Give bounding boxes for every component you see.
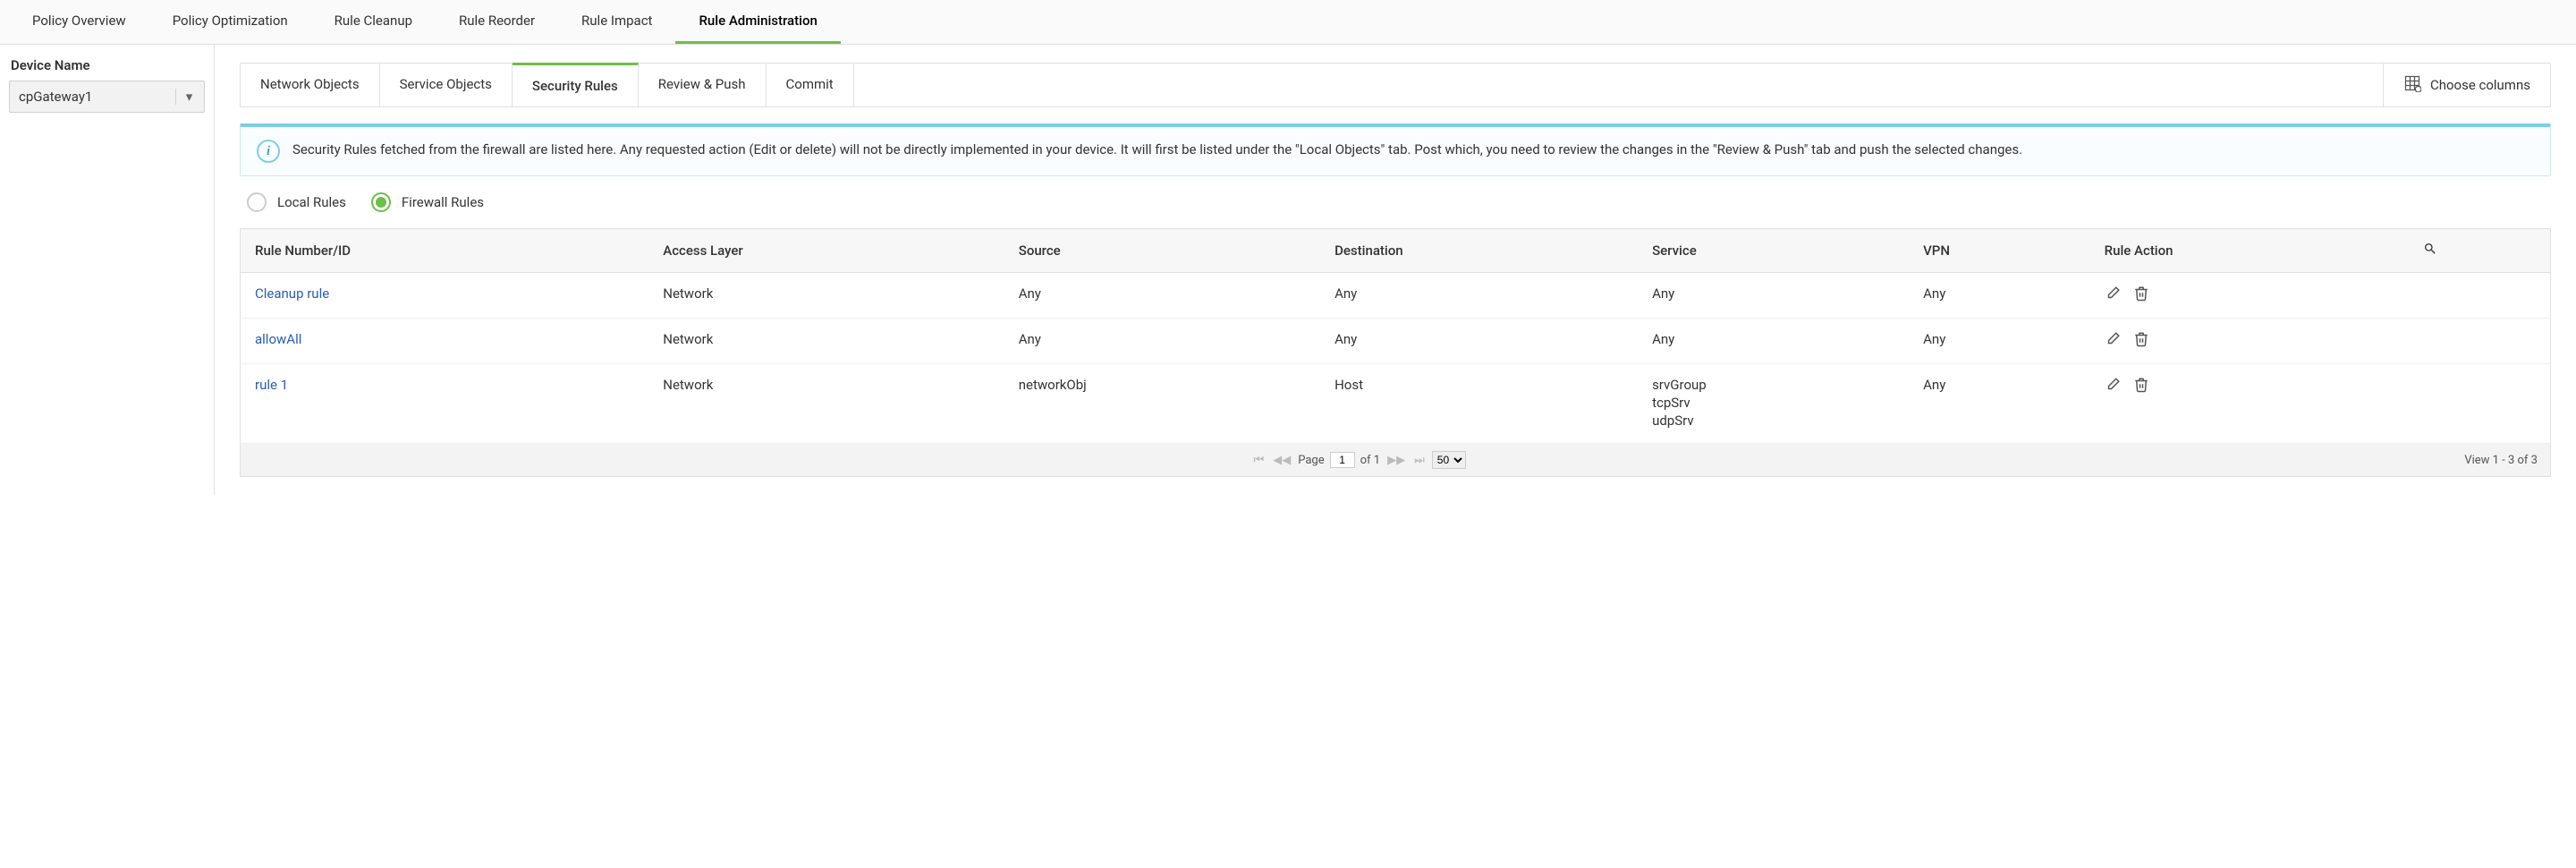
pager-prev-icon[interactable]: ◀◀	[1271, 454, 1292, 467]
pager-first-icon[interactable]: ⏮	[1252, 454, 1267, 467]
delete-icon[interactable]	[2133, 377, 2149, 396]
tab-rule-cleanup[interactable]: Rule Cleanup	[311, 0, 436, 44]
info-text: Security Rules fetched from the firewall…	[292, 140, 2022, 163]
service-value: udpSrv	[1652, 413, 1894, 429]
pager-next-icon[interactable]: ▶▶	[1385, 454, 1407, 467]
radio-firewall-rules[interactable]	[371, 192, 391, 212]
rule-id-link[interactable]: allowAll	[255, 331, 301, 347]
delete-icon[interactable]	[2133, 331, 2149, 351]
info-banner: i Security Rules fetched from the firewa…	[240, 123, 2551, 176]
info-icon: i	[257, 140, 280, 163]
device-select[interactable]: cpGateway1 ▾	[9, 81, 205, 113]
choose-columns-button[interactable]: Choose columns	[2383, 64, 2550, 106]
radio-local-rules[interactable]	[247, 192, 267, 212]
cell-access-layer: Network	[648, 319, 1004, 364]
cell-source: networkObj	[1004, 364, 1320, 444]
rule-id-link[interactable]: Cleanup rule	[255, 285, 329, 302]
pager-view-text: View 1 - 3 of 3	[2464, 454, 2538, 467]
cell-service: srvGroup tcpSrv udpSrv	[1638, 364, 1909, 444]
cell-vpn: Any	[1909, 273, 2090, 319]
search-icon[interactable]	[2423, 243, 2437, 260]
tab-rule-reorder[interactable]: Rule Reorder	[436, 0, 558, 44]
table-row: Cleanup ruleNetworkAnyAnyAnyAny	[241, 273, 2551, 319]
th-access-layer[interactable]: Access Layer	[648, 229, 1004, 273]
radio-row: Local Rules Firewall Rules	[240, 192, 2551, 212]
edit-icon[interactable]	[2105, 377, 2121, 396]
tab-policy-optimization[interactable]: Policy Optimization	[149, 0, 311, 44]
th-service[interactable]: Service	[1638, 229, 1909, 273]
cell-destination: Host	[1320, 364, 1638, 444]
pager-page-label: Page	[1298, 454, 1324, 467]
service-value: tcpSrv	[1652, 395, 1894, 411]
pager-of-label: of 1	[1360, 454, 1380, 467]
top-tabs: Policy Overview Policy Optimization Rule…	[0, 0, 2576, 45]
sidebar: Device Name cpGateway1 ▾	[0, 45, 215, 495]
content: Network Objects Service Objects Security…	[215, 45, 2576, 495]
subtabs: Network Objects Service Objects Security…	[241, 64, 2383, 106]
subtab-review-push[interactable]: Review & Push	[639, 64, 767, 106]
cell-vpn: Any	[1909, 364, 2090, 444]
service-value: Any	[1652, 331, 1894, 347]
service-value: srvGroup	[1652, 377, 1894, 393]
choose-columns-label: Choose columns	[2430, 77, 2530, 93]
edit-icon[interactable]	[2105, 285, 2121, 305]
th-vpn[interactable]: VPN	[1909, 229, 2090, 273]
subtab-commit[interactable]: Commit	[767, 64, 854, 106]
th-rule-action[interactable]: Rule Action	[2090, 229, 2409, 273]
tab-rule-administration[interactable]: Rule Administration	[675, 0, 840, 44]
subtab-security-rules[interactable]: Security Rules	[513, 63, 639, 106]
cell-source: Any	[1004, 273, 1320, 319]
th-search	[2409, 229, 2551, 273]
table-row: rule 1 NetworknetworkObjHost srvGroup tcpSr…	[241, 364, 2551, 444]
delete-icon[interactable]	[2133, 285, 2149, 305]
tab-policy-overview[interactable]: Policy Overview	[9, 0, 149, 44]
radio-local-label: Local Rules	[277, 194, 346, 210]
chevron-down-icon: ▾	[175, 89, 195, 105]
rule-id-link[interactable]: rule 1	[255, 377, 288, 393]
th-source[interactable]: Source	[1004, 229, 1320, 273]
service-value: Any	[1652, 285, 1894, 302]
cell-vpn: Any	[1909, 319, 2090, 364]
columns-icon	[2403, 74, 2421, 96]
th-destination[interactable]: Destination	[1320, 229, 1638, 273]
cell-source: Any	[1004, 319, 1320, 364]
tab-rule-impact[interactable]: Rule Impact	[558, 0, 675, 44]
th-rule-id[interactable]: Rule Number/ID	[241, 229, 649, 273]
cell-access-layer: Network	[648, 364, 1004, 444]
subtabs-row: Network Objects Service Objects Security…	[240, 63, 2551, 107]
cell-destination: Any	[1320, 273, 1638, 319]
edit-icon[interactable]	[2105, 331, 2121, 351]
table-row: allowAllNetworkAnyAnyAnyAny	[241, 319, 2551, 364]
radio-firewall-label: Firewall Rules	[402, 194, 484, 210]
cell-service: Any	[1638, 319, 1909, 364]
pager-last-icon[interactable]: ⏭	[1412, 454, 1427, 467]
pager-page-size-select[interactable]: 50	[1432, 451, 1466, 469]
rules-table: Rule Number/ID Access Layer Source Desti…	[240, 228, 2551, 444]
cell-destination: Any	[1320, 319, 1638, 364]
cell-access-layer: Network	[648, 273, 1004, 319]
pager-page-input[interactable]	[1330, 452, 1355, 468]
subtab-network-objects[interactable]: Network Objects	[241, 64, 380, 106]
subtab-service-objects[interactable]: Service Objects	[380, 64, 513, 106]
cell-service: Any	[1638, 273, 1909, 319]
device-name-label: Device Name	[9, 57, 205, 73]
device-select-value: cpGateway1	[19, 89, 92, 105]
pager: ⏮ ◀◀ Page of 1 ▶▶ ⏭ 50 View 1 - 3 of 3	[240, 444, 2551, 477]
